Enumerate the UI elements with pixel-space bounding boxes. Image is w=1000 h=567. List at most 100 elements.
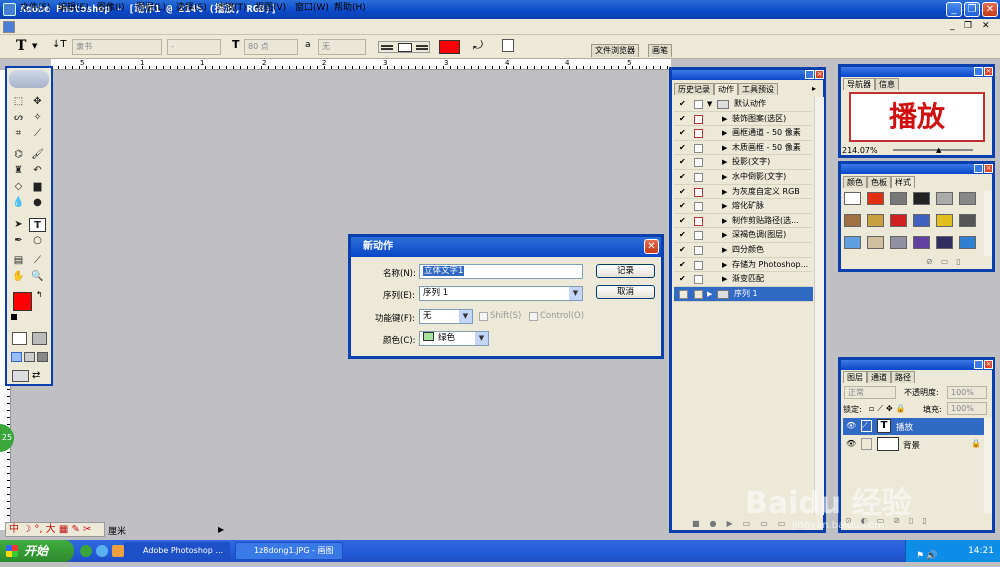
- zoom-slider[interactable]: [893, 149, 973, 151]
- menu-filter[interactable]: 滤镜(T): [216, 2, 247, 15]
- style-swatch[interactable]: [936, 236, 953, 249]
- chevron-down-icon[interactable]: ▼: [475, 332, 488, 345]
- expand-triangle-icon[interactable]: ▶: [722, 199, 727, 213]
- warp-text-icon[interactable]: ⤾: [473, 38, 483, 53]
- action-row[interactable]: ✔ ▶ 水中倒影(文字): [674, 170, 812, 185]
- align-center-icon[interactable]: [398, 43, 412, 52]
- menu-layer[interactable]: 图层(L): [136, 2, 166, 15]
- doc-close-icon[interactable]: ✕: [982, 21, 990, 31]
- zoom-tool-icon[interactable]: 🔍: [29, 270, 46, 284]
- style-swatch[interactable]: [959, 214, 976, 227]
- hand-tool-icon[interactable]: ✋: [10, 270, 27, 284]
- status-arrow-icon[interactable]: ▶: [218, 525, 224, 534]
- dialog-toggle-icon[interactable]: [694, 143, 703, 153]
- eye-icon[interactable]: 👁: [846, 421, 856, 430]
- tab-channels[interactable]: 通道: [867, 371, 891, 383]
- style-swatch[interactable]: [867, 236, 884, 249]
- expand-triangle-icon[interactable]: ▶: [722, 112, 727, 126]
- style-swatch[interactable]: [959, 236, 976, 249]
- navigator-preview[interactable]: 播放: [849, 92, 985, 142]
- dialog-toggle-icon[interactable]: [694, 260, 703, 270]
- eraser-tool-icon[interactable]: ◇: [10, 180, 27, 194]
- menu-select[interactable]: 选择(S): [176, 2, 207, 15]
- tab-history[interactable]: 历史记录: [674, 83, 714, 95]
- screen-mode-full-icon[interactable]: [37, 352, 48, 362]
- style-swatch[interactable]: [913, 214, 930, 227]
- dodge-tool-icon[interactable]: ●: [29, 196, 46, 210]
- toggle-check-icon[interactable]: ✔: [679, 246, 688, 255]
- tab-paths[interactable]: 路径: [891, 371, 915, 383]
- style-swatch[interactable]: [844, 214, 861, 227]
- toggle-check-icon[interactable]: ✔: [679, 275, 688, 284]
- font-style-select[interactable]: -: [167, 39, 221, 55]
- layers-panel-header[interactable]: [841, 360, 992, 370]
- expand-triangle-icon[interactable]: ▶: [722, 155, 727, 169]
- style-swatch[interactable]: [913, 236, 930, 249]
- actions-panel-header[interactable]: [672, 70, 823, 80]
- action-row[interactable]: ✔ ▶ 装饰图案(选区): [674, 112, 812, 127]
- toggle-check-icon[interactable]: [679, 290, 688, 299]
- dialog-toggle-icon[interactable]: [694, 187, 703, 197]
- action-row[interactable]: ✔ ▶ 熔化矿脉: [674, 199, 812, 214]
- start-button[interactable]: 开始: [0, 540, 74, 562]
- history-brush-icon[interactable]: ↶: [29, 164, 46, 178]
- action-set-row[interactable]: ✔ ▼ 默认动作: [674, 97, 812, 112]
- align-right-icon[interactable]: [416, 45, 428, 50]
- expand-triangle-icon[interactable]: ▶: [722, 185, 727, 199]
- dialog-toggle-icon[interactable]: [694, 173, 703, 182]
- layer-name[interactable]: 背景: [903, 439, 920, 451]
- action-row[interactable]: ✔ ▶ 四分颜色: [674, 243, 812, 258]
- toggle-check-icon[interactable]: ✔: [679, 260, 688, 270]
- tab-tool-presets[interactable]: 工具预设: [738, 83, 778, 95]
- toggle-check-icon[interactable]: ✔: [679, 202, 688, 211]
- adobe-online-icon[interactable]: [9, 70, 49, 88]
- dialog-toggle-icon[interactable]: [694, 275, 703, 285]
- dialog-toggle-icon[interactable]: [694, 290, 703, 299]
- minimize-button[interactable]: _: [946, 2, 962, 17]
- panel-minimize-icon[interactable]: [974, 164, 983, 173]
- expand-triangle-icon[interactable]: ▶: [722, 272, 727, 286]
- palettes-toggle-icon[interactable]: [502, 39, 514, 52]
- brush-tool-icon[interactable]: 🖌: [29, 148, 46, 162]
- styles-footer-buttons[interactable]: ⊘▭▯: [926, 257, 969, 266]
- color-select[interactable]: 绿色 ▼: [419, 331, 489, 346]
- control-checkbox[interactable]: [529, 312, 538, 321]
- doc-restore-icon[interactable]: ❐: [964, 21, 972, 31]
- actions-scrollbar[interactable]: [814, 97, 824, 515]
- link-box-icon[interactable]: [861, 438, 872, 450]
- toggle-check-icon[interactable]: ✔: [679, 187, 688, 197]
- task-photoshop[interactable]: Adobe Photoshop ...: [124, 542, 230, 560]
- action-row[interactable]: ✔ ▶ 渐变匹配: [674, 272, 812, 287]
- align-left-icon[interactable]: [381, 45, 393, 50]
- tab-navigator[interactable]: 导航器: [843, 78, 875, 90]
- document-icon[interactable]: [3, 21, 15, 33]
- gradient-tool-icon[interactable]: ▆: [29, 180, 46, 194]
- toggle-check-icon[interactable]: ✔: [679, 129, 688, 138]
- antialias-select[interactable]: 无: [318, 39, 366, 55]
- brushes-tab[interactable]: 画笔: [648, 44, 672, 57]
- menu-file[interactable]: 文件(F): [20, 2, 50, 15]
- style-swatch[interactable]: [959, 192, 976, 205]
- tab-swatches[interactable]: 色板: [867, 176, 891, 188]
- name-input[interactable]: 立体文字1: [419, 264, 583, 279]
- panel-menu-icon[interactable]: ▸: [812, 84, 816, 93]
- swap-colors-icon[interactable]: ↰: [36, 290, 43, 299]
- expand-triangle-icon[interactable]: ▶: [722, 228, 727, 242]
- toggle-check-icon[interactable]: ✔: [679, 143, 688, 153]
- style-swatch[interactable]: [890, 236, 907, 249]
- dialog-toggle-icon[interactable]: [694, 158, 703, 168]
- quick-mask-icon[interactable]: [32, 332, 47, 345]
- chevron-down-icon[interactable]: ▼: [569, 287, 582, 300]
- notes-tool-icon[interactable]: ▤: [10, 254, 27, 268]
- clone-stamp-icon[interactable]: ♜: [10, 164, 27, 178]
- tab-actions[interactable]: 动作: [714, 83, 738, 95]
- text-color-swatch[interactable]: [439, 40, 460, 54]
- imageready-icon[interactable]: ⇄: [32, 370, 46, 382]
- layer-name[interactable]: 播放: [896, 421, 913, 433]
- magic-wand-icon[interactable]: ✧: [29, 111, 46, 125]
- style-swatch[interactable]: [867, 214, 884, 227]
- shift-checkbox[interactable]: [479, 312, 488, 321]
- font-family-select[interactable]: 隶书: [72, 39, 162, 55]
- expand-triangle-icon[interactable]: ▶: [722, 214, 727, 228]
- dialog-toggle-icon[interactable]: [694, 216, 703, 226]
